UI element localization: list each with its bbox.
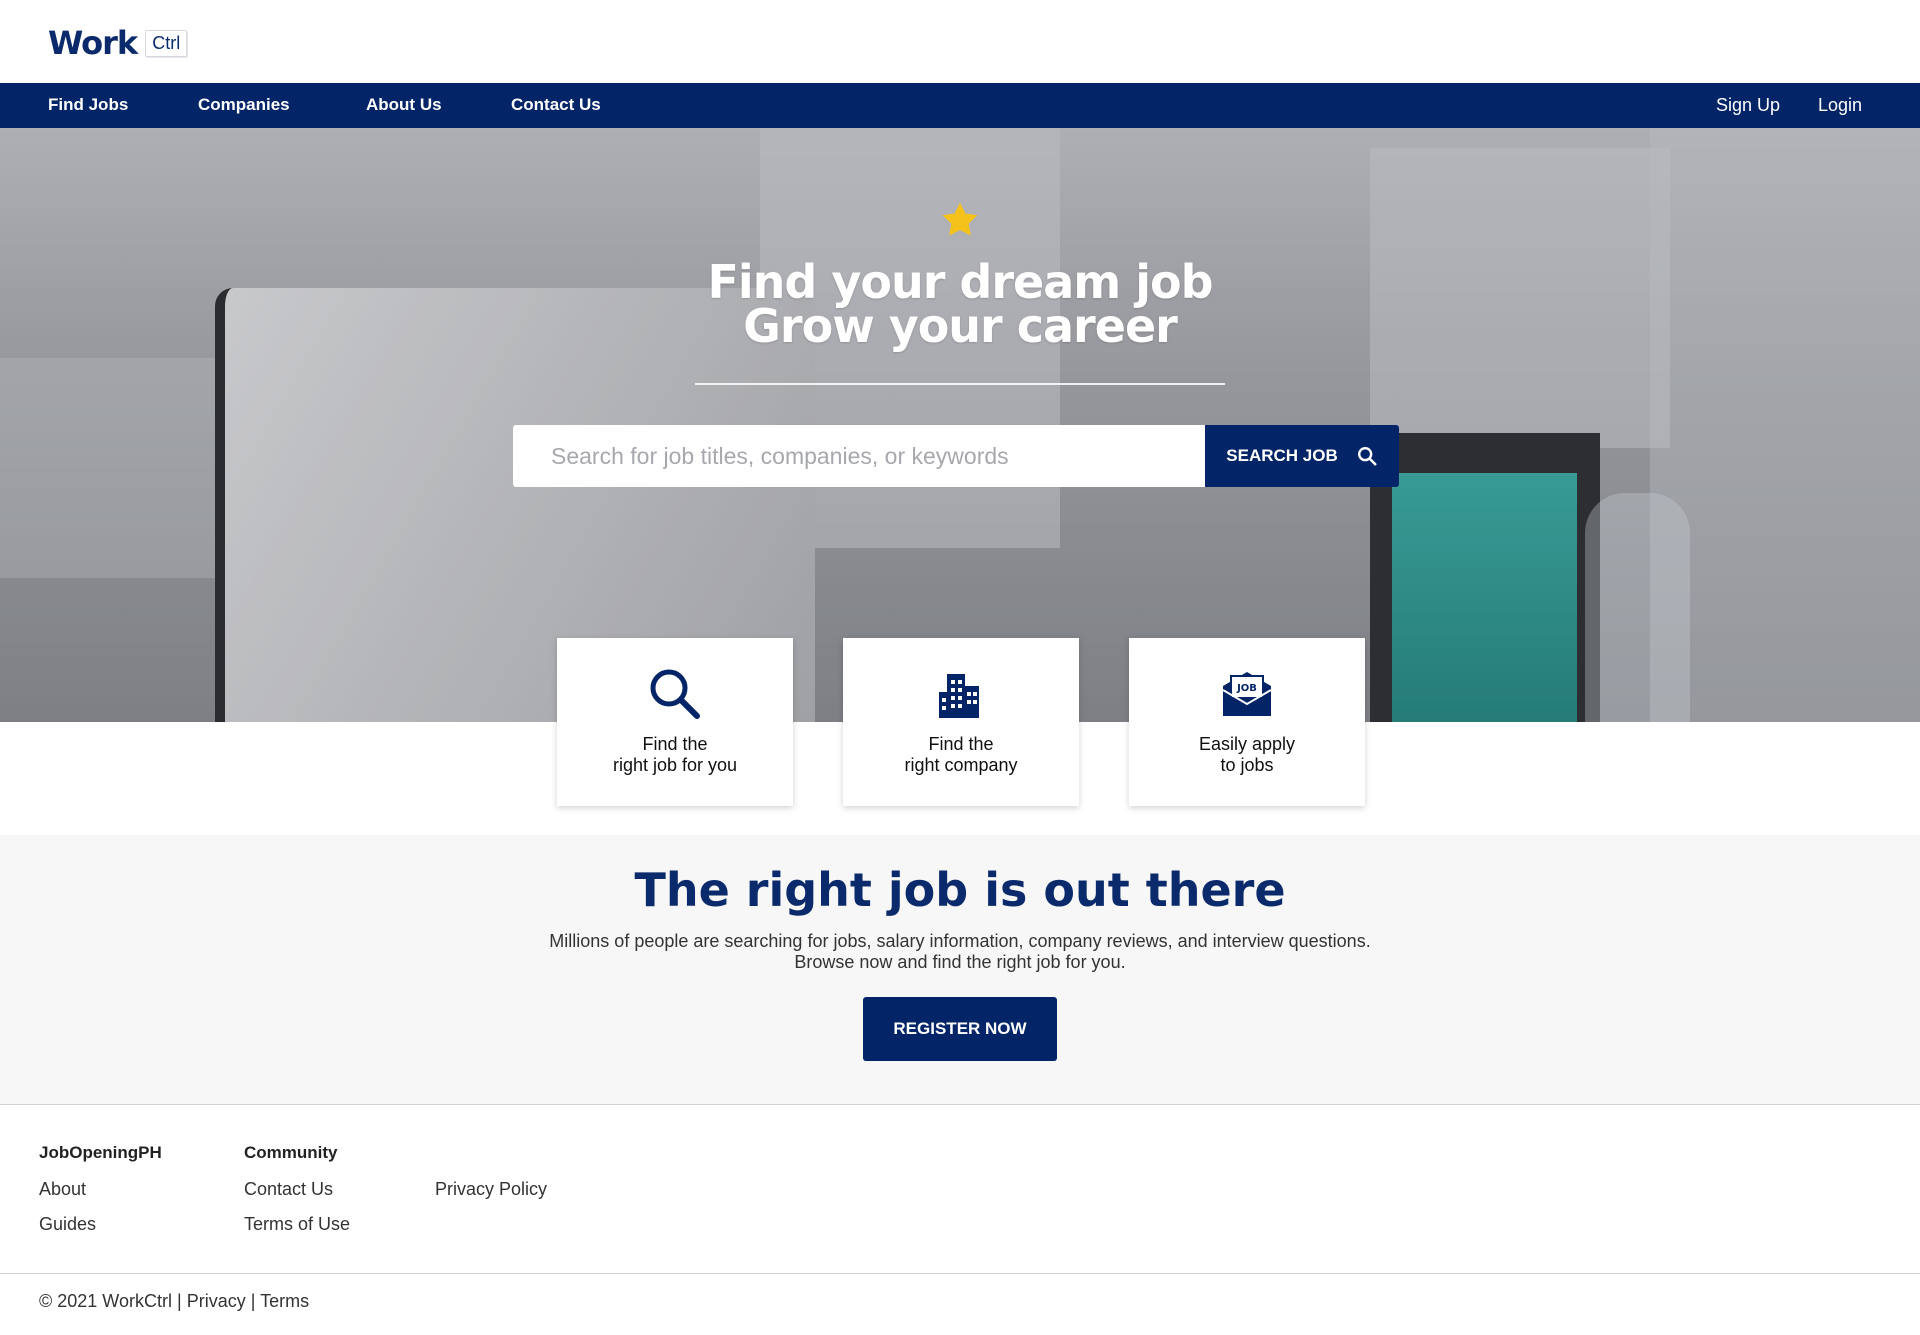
- magnifier-icon: [650, 669, 700, 719]
- copyright-bar: © 2021 WorkCtrl | Privacy | Terms: [39, 1291, 310, 1311]
- search-job-button-label: SEARCH JOB: [1226, 446, 1338, 465]
- logo[interactable]: Work Ctrl: [48, 24, 188, 62]
- feature-label: Easily apply to jobs: [1198, 734, 1296, 775]
- svg-text:JOB: JOB: [1236, 683, 1257, 694]
- footer-link-terms-of-use[interactable]: Terms of Use: [244, 1214, 350, 1249]
- register-now-button[interactable]: REGISTER NOW: [863, 997, 1057, 1061]
- copyright-divider: [0, 1273, 1920, 1274]
- feature-label: Find the right company: [904, 734, 1018, 775]
- promo-description: Millions of people are searching for job…: [0, 931, 1920, 973]
- feature-label: Find the right job for you: [612, 734, 738, 775]
- hero-divider: [695, 383, 1225, 385]
- main-nav: Find Jobs Companies About Us Contact Us …: [0, 83, 1920, 128]
- footer-link-contact-us[interactable]: Contact Us: [244, 1179, 350, 1214]
- footer-heading: JobOpeningPH: [39, 1143, 162, 1162]
- nav-sign-up[interactable]: Sign Up: [1716, 95, 1780, 116]
- nav-contact-us[interactable]: Contact Us: [511, 95, 601, 115]
- feature-card-find-company[interactable]: Find the right company: [843, 638, 1079, 806]
- job-search-bar: SEARCH JOB: [513, 425, 1399, 487]
- feature-cards: Find the right job for you Find the righ…: [0, 638, 1920, 806]
- building-icon: [939, 674, 979, 718]
- footer-divider: [0, 1104, 1920, 1105]
- nav-login[interactable]: Login: [1818, 95, 1862, 116]
- nav-find-jobs[interactable]: Find Jobs: [48, 95, 128, 115]
- search-input[interactable]: [513, 425, 1205, 487]
- copyright-terms-link[interactable]: Terms: [260, 1291, 309, 1311]
- copyright-text: © 2021 WorkCtrl: [39, 1291, 172, 1311]
- nav-companies[interactable]: Companies: [198, 95, 290, 115]
- promo-line1: Millions of people are searching for job…: [549, 931, 1371, 951]
- hero-title: Find your dream job Grow your career: [0, 255, 1920, 353]
- nav-about-us[interactable]: About Us: [366, 95, 442, 115]
- footer-col-community: Community Contact Us Terms of Use: [244, 1143, 350, 1249]
- footer-link-privacy-policy[interactable]: Privacy Policy: [435, 1179, 547, 1214]
- feature-card-find-job[interactable]: Find the right job for you: [557, 638, 793, 806]
- logo-badge: Ctrl: [145, 29, 188, 57]
- footer-link-guides[interactable]: Guides: [39, 1214, 162, 1249]
- hero-section: Find your dream job Grow your career SEA…: [0, 128, 1920, 722]
- copyright-privacy-link[interactable]: Privacy: [187, 1291, 246, 1311]
- footer-heading: Community: [244, 1143, 338, 1162]
- promo-heading: The right job is out there: [634, 863, 1286, 917]
- footer-link-about[interactable]: About: [39, 1179, 162, 1214]
- search-icon: [1357, 447, 1377, 466]
- promo-line2: Browse now and find the right job for yo…: [794, 952, 1126, 972]
- logo-wordmark: Work: [48, 24, 138, 62]
- search-job-button[interactable]: SEARCH JOB: [1205, 425, 1399, 487]
- promo-section: The right job is out there Millions of p…: [0, 835, 1920, 1105]
- feature-card-apply-jobs[interactable]: JOB Easily apply to jobs: [1129, 638, 1365, 806]
- footer-col-legal: Privacy Policy: [435, 1143, 547, 1214]
- top-header: Work Ctrl: [0, 0, 1920, 83]
- job-envelope-icon: JOB: [1222, 672, 1272, 716]
- footer-col-jobopeningph: JobOpeningPH About Guides: [39, 1143, 162, 1249]
- star-icon: [942, 202, 978, 236]
- hero-title-line1: Find your dream job: [707, 255, 1213, 309]
- hero-title-line2: Grow your career: [743, 299, 1178, 353]
